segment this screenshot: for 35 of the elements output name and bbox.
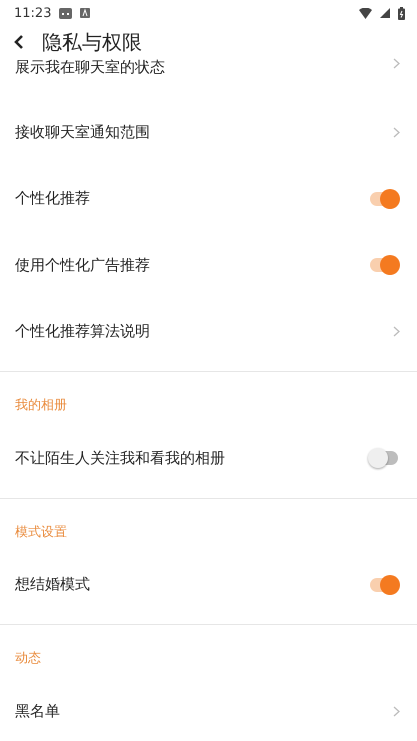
notification-icon xyxy=(80,8,90,18)
chevron-right-icon xyxy=(393,326,400,338)
setting-row[interactable]: 不让陌生人关注我和看我的相册 xyxy=(0,425,417,492)
setting-row[interactable]: 个性化推荐 xyxy=(0,166,417,232)
status-time: 11:23 xyxy=(14,6,52,20)
wifi-icon xyxy=(359,8,372,18)
setting-row[interactable]: 展示我在聊天室的状态 xyxy=(0,58,417,99)
battery-icon xyxy=(398,6,405,20)
setting-label: 不让陌生人关注我和看我的相册 xyxy=(15,448,226,468)
chevron-right-icon xyxy=(393,126,400,138)
toggle-switch[interactable] xyxy=(368,574,400,596)
app-icon xyxy=(59,8,72,18)
setting-label: 展示我在聊天室的状态 xyxy=(15,58,166,77)
setting-label: 个性化推荐算法说明 xyxy=(15,322,151,342)
setting-label: 接收聊天室通知范围 xyxy=(15,122,151,142)
setting-row[interactable]: 使用个性化广告推荐 xyxy=(0,232,417,298)
section-title: 模式设置 xyxy=(15,524,67,540)
section-title: 动态 xyxy=(15,651,41,666)
chevron-right-icon xyxy=(393,706,400,717)
signal-icon xyxy=(380,8,390,18)
setting-label: 想结婚模式 xyxy=(15,575,91,594)
section-title: 我的相册 xyxy=(15,398,67,413)
setting-row[interactable]: 想结婚模式 xyxy=(0,552,417,618)
toggle-switch[interactable] xyxy=(368,254,400,276)
back-button[interactable] xyxy=(12,34,26,50)
setting-row[interactable]: 个性化推荐算法说明 xyxy=(0,298,417,365)
setting-row[interactable]: 黑名单 xyxy=(0,678,417,741)
chevron-right-icon xyxy=(393,58,400,69)
toggle-switch[interactable] xyxy=(368,188,400,210)
setting-label: 使用个性化广告推荐 xyxy=(15,256,151,275)
page-title: 隐私与权限 xyxy=(42,28,142,56)
toggle-switch[interactable] xyxy=(368,447,400,470)
setting-label: 黑名单 xyxy=(15,702,61,721)
setting-row[interactable]: 接收聊天室通知范围 xyxy=(0,99,417,166)
setting-label: 个性化推荐 xyxy=(15,189,91,208)
